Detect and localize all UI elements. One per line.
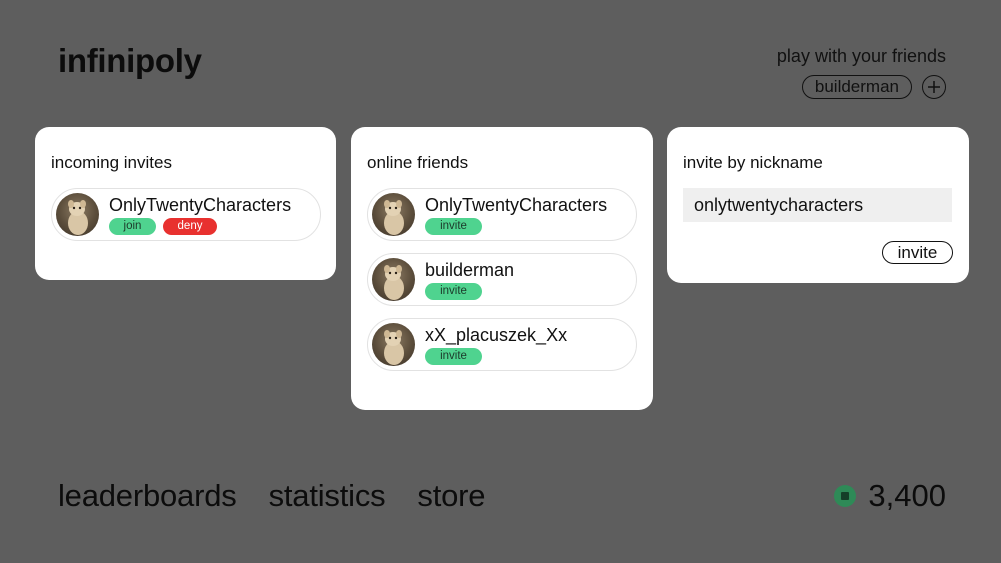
- nickname-input[interactable]: [683, 188, 952, 222]
- friend-name: OnlyTwentyCharacters: [109, 195, 292, 215]
- avatar-figure-icon: [384, 265, 404, 300]
- add-friend-button[interactable]: [922, 75, 946, 99]
- incoming-invites-card: incoming invites OnlyTwentyCharacters jo…: [35, 127, 336, 280]
- avatar-figure-icon: [384, 330, 404, 365]
- invite-button[interactable]: invite: [882, 241, 953, 264]
- avatar: [372, 258, 415, 301]
- avatar: [372, 193, 415, 236]
- friend-name: xX_placuszek_Xx: [425, 325, 568, 345]
- online-friend-row: xX_placuszek_Xx invite: [367, 318, 637, 371]
- incoming-invite-row: OnlyTwentyCharacters join deny: [51, 188, 321, 241]
- join-button[interactable]: join: [109, 218, 156, 235]
- friend-name: builderman: [425, 260, 515, 280]
- online-friend-row: OnlyTwentyCharacters invite: [367, 188, 637, 241]
- bottom-nav: leaderboards statistics store: [58, 478, 486, 514]
- online-friends-title: online friends: [367, 153, 469, 172]
- nav-leaderboards[interactable]: leaderboards: [58, 478, 237, 514]
- invite-by-nickname-title: invite by nickname: [683, 153, 823, 172]
- avatar: [372, 323, 415, 366]
- avatar: [56, 193, 99, 236]
- party-bar: builderman: [801, 75, 946, 99]
- avatar-figure-icon: [384, 200, 404, 235]
- plus-circle-icon: [928, 81, 940, 93]
- coin-icon: [834, 485, 857, 507]
- app-title: infinipoly: [58, 42, 202, 79]
- deny-button[interactable]: deny: [163, 218, 217, 235]
- invite-friend-button[interactable]: invite: [425, 283, 482, 300]
- party-member-chip[interactable]: builderman: [801, 75, 912, 99]
- online-friend-row: builderman invite: [367, 253, 637, 306]
- nav-store[interactable]: store: [417, 478, 485, 514]
- currency-balance: 3,400: [834, 478, 946, 514]
- avatar-figure-icon: [68, 200, 88, 235]
- invite-by-nickname-card: invite by nickname invite: [667, 127, 969, 283]
- invite-friend-button[interactable]: invite: [425, 348, 482, 365]
- online-friends-card: online friends OnlyTwentyCharacters invi…: [351, 127, 653, 410]
- invite-friend-button[interactable]: invite: [425, 218, 482, 235]
- nav-statistics[interactable]: statistics: [269, 478, 386, 514]
- balance-value: 3,400: [868, 478, 946, 513]
- friend-name: OnlyTwentyCharacters: [425, 195, 608, 215]
- incoming-invites-title: incoming invites: [51, 153, 172, 172]
- party-caption: play with your friends: [776, 46, 946, 66]
